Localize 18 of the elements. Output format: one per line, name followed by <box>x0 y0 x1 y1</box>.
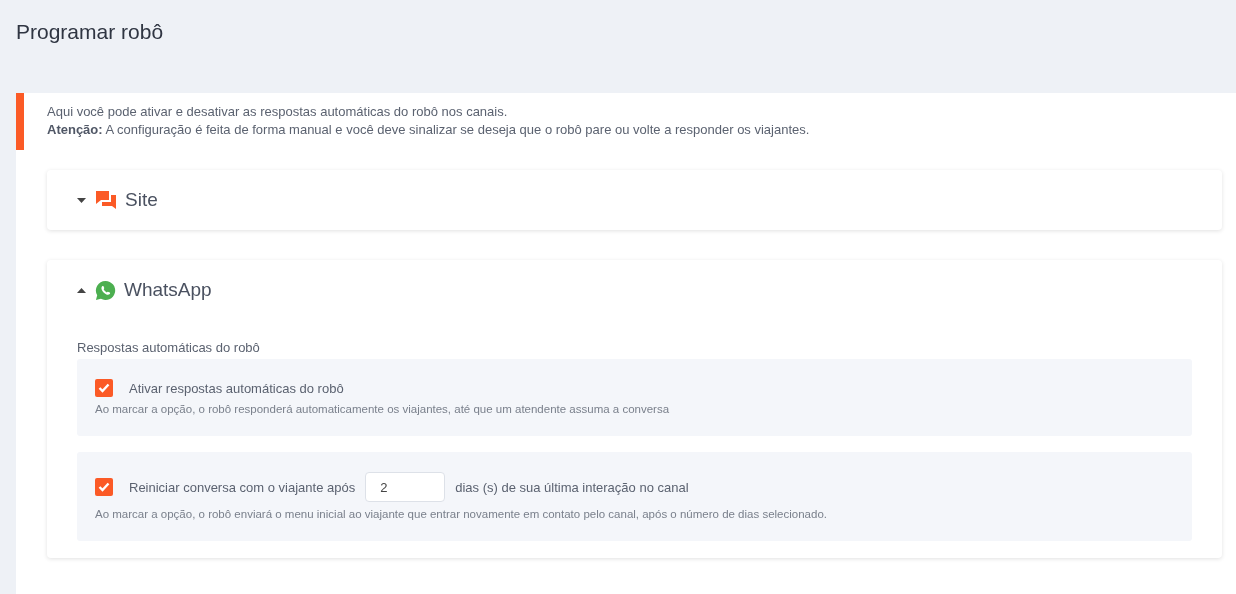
option-label: Reiniciar conversa com o viajante após <box>129 479 356 495</box>
expand-caret-icon[interactable] <box>77 197 87 203</box>
notice-text: Aqui você pode ativar e desativar as respostas automáticas do robô nos canais. <box>47 103 509 121</box>
channel-title[interactable]: Site <box>125 189 158 211</box>
checkbox[interactable] <box>95 478 113 496</box>
checkbox[interactable] <box>95 379 113 397</box>
option-label: dias (s) de sua última interação no canal <box>455 479 689 495</box>
page-title: Programar robô <box>15 19 165 45</box>
option-hint: Ao marcar a opção, o robô enviará o menu inicial ao viajante que entrar novamente em contato pelo canal, após o número de dias selecionado. <box>95 508 828 520</box>
section-label: Respostas automáticas do robô <box>77 340 261 355</box>
collapse-caret-icon[interactable] <box>77 287 87 293</box>
option-label: Ativar respostas automáticas do robô <box>129 380 344 396</box>
notice-text: Atenção: A configuração é feita de forma manual e você deve sinalizar se deseja que o robô pare ou volte a responder os viajantes. <box>47 121 811 139</box>
days-field[interactable]: 2 <box>365 472 446 502</box>
channel-title[interactable]: WhatsApp <box>124 279 212 301</box>
option-hint: Ao marcar a opção, o robô responderá automaticamente os viajantes, até que um atendente assuma a conversa <box>95 403 671 415</box>
chat-icon <box>95 190 117 210</box>
whatsapp-icon <box>95 279 116 301</box>
